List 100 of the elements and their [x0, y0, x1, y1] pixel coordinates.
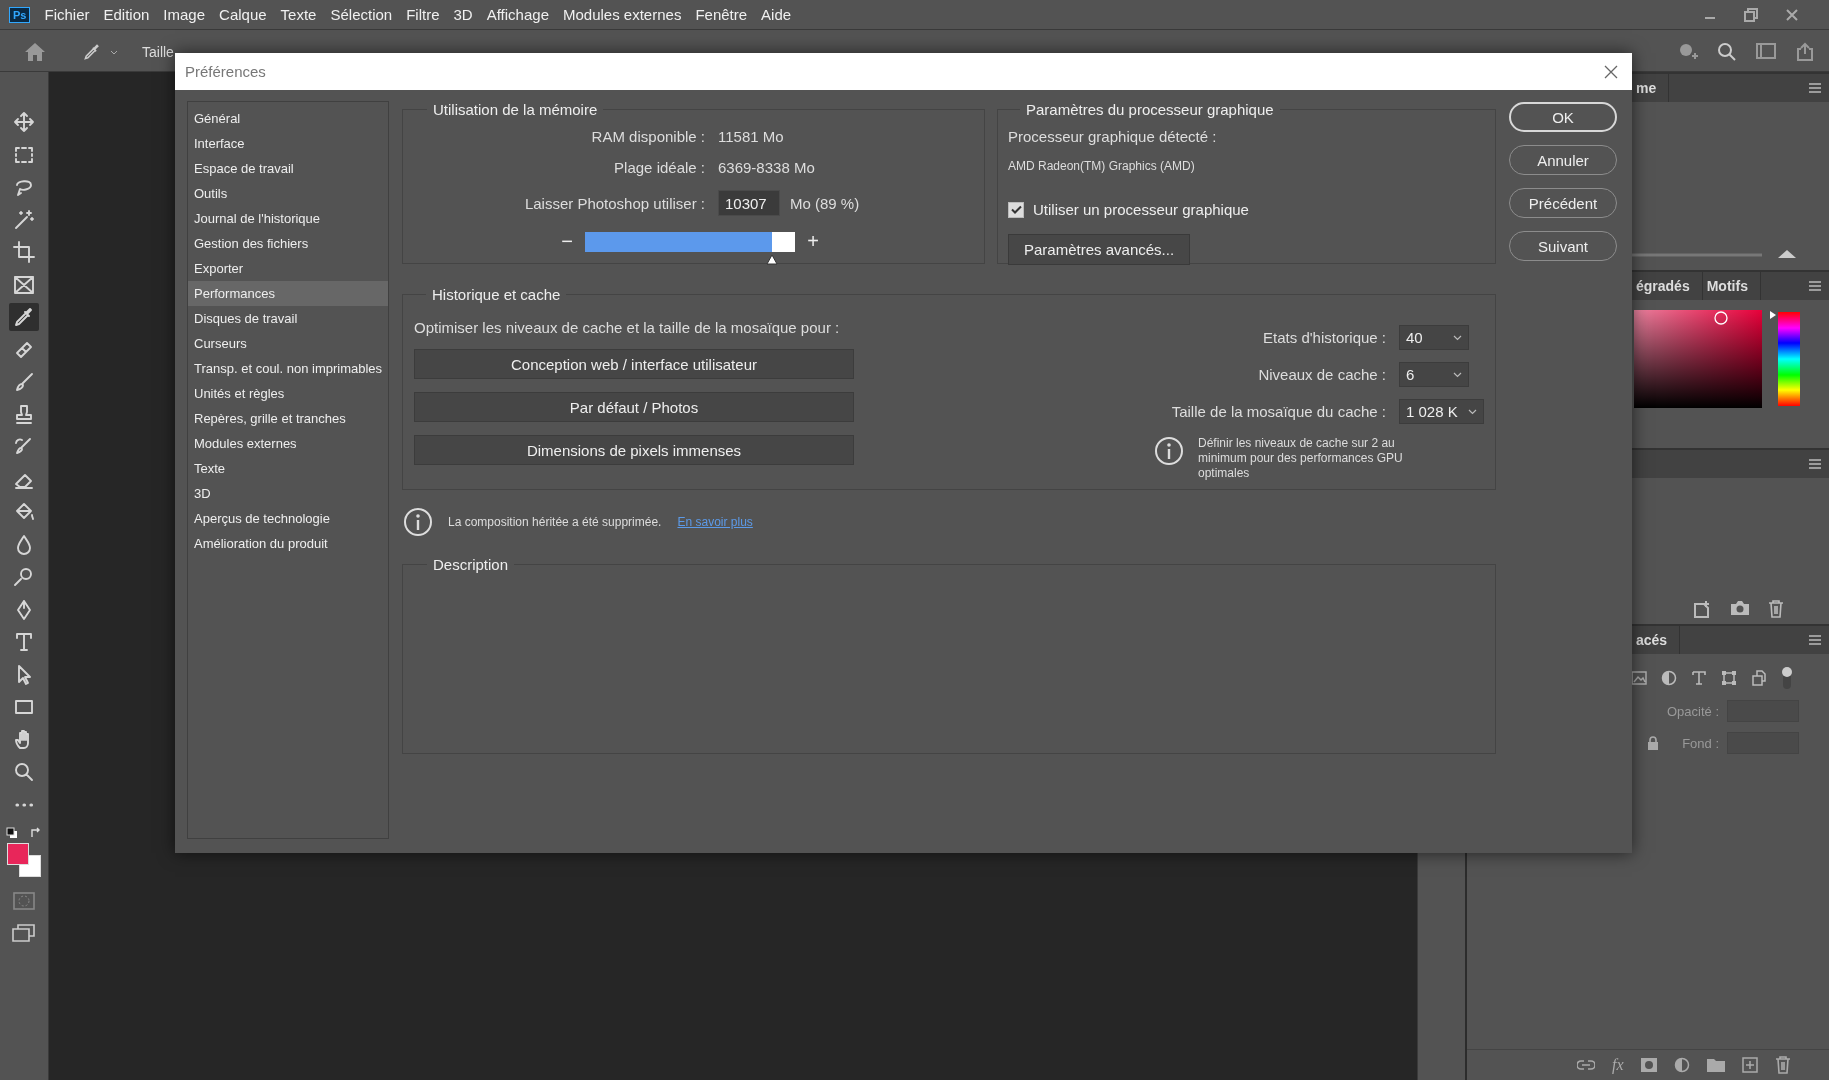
preset-button[interactable]: Conception web / interface utilisateur — [414, 349, 854, 379]
folder-icon[interactable] — [1706, 1058, 1725, 1072]
user-add-icon[interactable] — [1677, 42, 1699, 62]
category-item[interactable]: Gestion des fichiers — [188, 231, 388, 256]
new-layer-icon[interactable] — [1741, 1057, 1758, 1073]
range-value: 6369-8338 Mo — [718, 159, 816, 176]
dropdown[interactable]: 40 — [1399, 325, 1469, 350]
checkbox-label: Utiliser un processeur graphique — [1033, 201, 1249, 218]
notice-text: La composition héritée a été supprimée. — [448, 515, 662, 529]
category-item[interactable]: Curseurs — [188, 331, 388, 356]
default-colors-icon[interactable] — [6, 826, 18, 839]
advanced-settings-button[interactable]: Paramètres avancés... — [1008, 234, 1191, 265]
decrease-button[interactable]: − — [559, 230, 575, 253]
adjustment-icon[interactable] — [1661, 670, 1677, 686]
slider-thumb[interactable] — [1770, 311, 1776, 319]
home-icon[interactable] — [24, 42, 46, 62]
menu-item[interactable]: Sélection — [330, 6, 393, 23]
preset-button[interactable]: Par défaut / Photos — [414, 392, 854, 422]
camera-icon[interactable] — [1730, 600, 1750, 616]
restore-icon[interactable] — [1743, 6, 1759, 23]
caret-icon[interactable] — [1453, 371, 1462, 378]
category-item[interactable]: 3D — [188, 481, 388, 506]
opacity-label: Opacité : — [1666, 703, 1719, 719]
eyedropper-icon[interactable] — [9, 303, 39, 331]
menu-item[interactable]: Aide — [761, 6, 792, 23]
color-field[interactable] — [1634, 310, 1762, 408]
menu-icon[interactable] — [1809, 83, 1821, 93]
category-item[interactable]: Espace de travail — [188, 156, 388, 181]
gpu-detected-label: Processeur graphique détecté : — [1008, 128, 1218, 145]
menu-item[interactable]: 3D — [453, 6, 473, 23]
type-filter-icon[interactable] — [1691, 670, 1707, 686]
field-label: Niveaux de cache : — [1257, 366, 1386, 383]
category-item[interactable]: Interface — [188, 131, 388, 156]
hue-slider[interactable] — [1768, 310, 1802, 406]
gpu-name: AMD Radeon(TM) Graphics (AMD) — [1008, 159, 1196, 173]
category-item[interactable]: Outils — [188, 181, 388, 206]
dialog-button[interactable]: OK — [1509, 102, 1617, 132]
category-item[interactable]: Transp. et coul. non imprimables — [188, 356, 388, 381]
dropdown[interactable]: 6 — [1399, 362, 1469, 387]
group-title: Paramètres du processeur graphique — [1025, 101, 1275, 118]
category-item[interactable]: Performances — [188, 281, 388, 306]
optimize-label: Optimiser les niveaux de cache et la taille de la mosaïque pour : — [414, 319, 841, 336]
caret-icon[interactable] — [1453, 334, 1462, 341]
size-label: Taille — [142, 44, 174, 60]
menu-item[interactable]: Texte — [280, 6, 317, 23]
category-item[interactable]: Texte — [188, 456, 388, 481]
trash-icon[interactable] — [1774, 1056, 1791, 1074]
preset-button[interactable]: Dimensions de pixels immenses — [414, 435, 854, 465]
close-icon[interactable] — [1785, 7, 1799, 22]
workspace-icon[interactable] — [1755, 42, 1777, 60]
caret-icon[interactable] — [110, 50, 118, 56]
ram-value: 11581 Mo — [718, 128, 785, 145]
category-item[interactable]: Disques de travail — [188, 306, 388, 331]
swap-icon[interactable] — [30, 826, 42, 839]
smart-object-icon[interactable] — [1751, 670, 1767, 686]
group-title: Utilisation de la mémoire — [432, 101, 599, 118]
transform-icon[interactable] — [1721, 670, 1737, 686]
eyedropper-icon[interactable] — [82, 42, 102, 62]
link-icon[interactable] — [1577, 1060, 1595, 1070]
close-icon[interactable] — [1604, 64, 1618, 79]
menu-icon[interactable] — [1809, 635, 1821, 645]
menu-item[interactable]: Calque — [219, 6, 267, 23]
increase-button[interactable]: + — [805, 230, 821, 253]
info-text: Définir les niveaux de cache sur 2 au minimum pour des performances GPU optimales — [1198, 436, 1404, 481]
new-snapshot-icon[interactable] — [1692, 600, 1712, 618]
menu-item[interactable]: Edition — [103, 6, 150, 23]
mask-icon[interactable] — [1640, 1058, 1657, 1072]
category-item[interactable]: Repères, grille et tranches — [188, 406, 388, 431]
category-item[interactable]: Général — [188, 106, 388, 131]
menu-icon[interactable] — [1809, 459, 1821, 469]
gpu-checkbox[interactable] — [1008, 201, 1024, 218]
share-icon[interactable] — [1795, 42, 1815, 62]
app-logo[interactable]: Ps — [9, 6, 31, 23]
range-label: Plage idéale : — [613, 159, 705, 176]
toggle-icon[interactable] — [1781, 666, 1793, 690]
menu-icon[interactable] — [1809, 281, 1821, 291]
dropdown[interactable]: 1 028 K — [1399, 399, 1484, 424]
fill-label: Fond : — [1682, 735, 1719, 751]
category-item[interactable]: Journal de l'historique — [188, 206, 388, 231]
caret-icon[interactable] — [1468, 408, 1477, 415]
menu-item[interactable]: Fenêtre — [695, 6, 748, 23]
category-item[interactable]: Modules externes — [188, 431, 388, 456]
screen-mode-icon[interactable] — [12, 922, 36, 943]
image-filter-icon[interactable] — [1631, 671, 1647, 685]
color-swatches-drawing[interactable] — [6, 842, 42, 879]
search-icon[interactable] — [1717, 42, 1737, 62]
panel-tab[interactable]: Motifs — [1702, 272, 1761, 300]
category-item[interactable]: Unités et règles — [188, 381, 388, 406]
menu-item[interactable]: Image — [163, 6, 206, 23]
menu-item[interactable]: Filtre — [406, 6, 440, 23]
category-item[interactable]: Exporter — [188, 256, 388, 281]
category-item[interactable]: Amélioration du produit — [188, 531, 388, 556]
menu-item[interactable]: Affichage — [486, 6, 549, 23]
category-item[interactable]: Aperçus de technologie — [188, 506, 388, 531]
adjustment-icon[interactable] — [1673, 1057, 1690, 1073]
menu-item[interactable]: Modules externes — [563, 6, 682, 23]
trash-icon[interactable] — [1768, 600, 1784, 618]
menu-item[interactable]: Fichier — [44, 6, 90, 23]
lock-icon[interactable] — [1647, 736, 1659, 750]
memory-input[interactable]: 10307 — [718, 190, 780, 216]
